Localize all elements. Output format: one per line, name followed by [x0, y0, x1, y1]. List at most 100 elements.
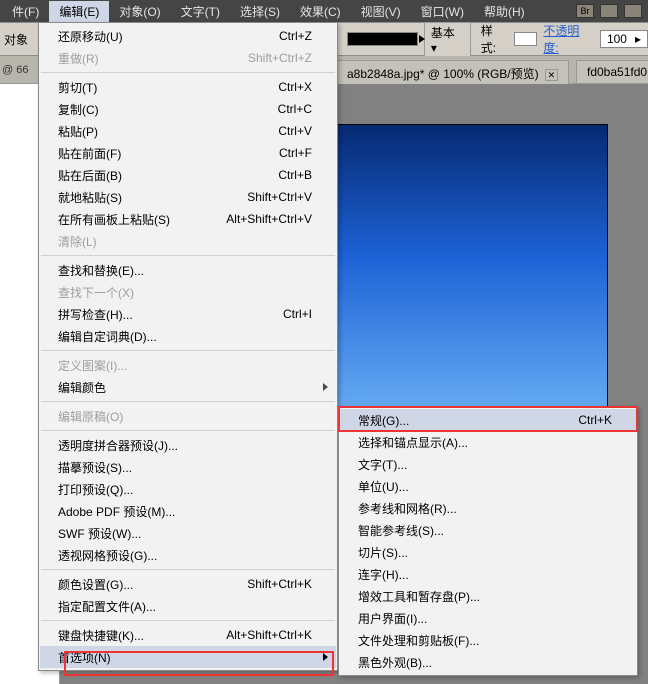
opacity-label: 不透明度:: [543, 22, 594, 56]
menu-item-label: 文字(T)...: [358, 456, 407, 473]
menu-item-label: 编辑颜色: [58, 379, 106, 396]
menu-item[interactable]: 复制(C) Ctrl+C: [40, 98, 336, 120]
menu-item-label: 透视网格预设(G)...: [58, 547, 157, 564]
menu-item[interactable]: 描摹预设(S)...: [40, 456, 336, 478]
menu-item-label: 重做(R): [58, 50, 99, 67]
submenu-item[interactable]: 参考线和网格(R)...: [340, 497, 636, 519]
menu-item[interactable]: 就地粘贴(S) Shift+Ctrl+V: [40, 186, 336, 208]
submenu-item[interactable]: 连字(H)...: [340, 563, 636, 585]
menu-item-label: 查找下一个(X): [58, 284, 134, 301]
menu-shortcut: Shift+Ctrl+Z: [232, 51, 312, 65]
menu-item-label: 连字(H)...: [358, 566, 409, 583]
menu-item-label: 复制(C): [58, 101, 99, 118]
menu-shortcut: Ctrl+Z: [263, 29, 312, 43]
menu-help[interactable]: 帮助(H): [474, 1, 535, 22]
menu-text[interactable]: 文字(T): [171, 1, 230, 22]
menu-shortcut: Ctrl+F: [263, 146, 312, 160]
menu-shortcut: Shift+Ctrl+V: [231, 190, 312, 204]
menu-view[interactable]: 视图(V): [351, 1, 411, 22]
menu-effect[interactable]: 效果(C): [290, 1, 351, 22]
menu-item[interactable]: 查找和替换(E)...: [40, 259, 336, 281]
menu-item[interactable]: 剪切(T)Ctrl+X: [40, 76, 336, 98]
style-label: 样式:: [477, 22, 508, 56]
menu-item-label: 清除(L): [58, 233, 97, 250]
menu-item-label: 透明度拼合器预设(J)...: [58, 437, 178, 454]
document-tab-2[interactable]: fd0ba51fd0: [576, 60, 648, 83]
menu-window[interactable]: 窗口(W): [411, 1, 474, 22]
menu-shortcut: Ctrl+C: [262, 102, 312, 116]
menu-shortcut: Shift+Ctrl+K: [231, 577, 312, 591]
menu-item[interactable]: 贴在后面(B)Ctrl+B: [40, 164, 336, 186]
menubar: 件(F) 编辑(E) 对象(O) 文字(T) 选择(S) 效果(C) 视图(V)…: [0, 0, 648, 22]
menu-file[interactable]: 件(F): [2, 1, 49, 22]
menu-item[interactable]: 指定配置文件(A)...: [40, 595, 336, 617]
menu-item-label: 剪切(T): [58, 79, 97, 96]
layout-button[interactable]: [600, 4, 618, 18]
menu-select[interactable]: 选择(S): [230, 1, 290, 22]
menu-item[interactable]: 编辑自定词典(D)...: [40, 325, 336, 347]
menu-item-label: 编辑自定词典(D)...: [58, 328, 157, 345]
submenu-item[interactable]: 用户界面(I)...: [340, 607, 636, 629]
submenu-item[interactable]: 切片(S)...: [340, 541, 636, 563]
document-tab[interactable]: a8b2848a.jpg* @ 100% (RGB/预览)✕: [336, 60, 569, 86]
menu-item-label: 增效工具和暂存盘(P)...: [358, 588, 480, 605]
preferences-submenu: 常规(G)...Ctrl+K选择和锚点显示(A)...文字(T)...单位(U)…: [338, 406, 638, 676]
menu-item[interactable]: 粘贴(P) Ctrl+V: [40, 120, 336, 142]
menu-item-label: 智能参考线(S)...: [358, 522, 444, 539]
menu-item-label: 在所有画板上粘贴(S): [58, 211, 170, 228]
menu-item-label: 打印预设(Q)...: [58, 481, 133, 498]
menu-shortcut: Alt+Shift+Ctrl+K: [210, 628, 312, 642]
submenu-item[interactable]: 文字(T)...: [340, 453, 636, 475]
submenu-item[interactable]: 选择和锚点显示(A)...: [340, 431, 636, 453]
menu-item[interactable]: 透视网格预设(G)...: [40, 544, 336, 566]
menu-item-label: 编辑原稿(O): [58, 408, 123, 425]
menu-item[interactable]: 编辑颜色: [40, 376, 336, 398]
menu-item-label: 粘贴(P): [58, 123, 98, 140]
submenu-item[interactable]: 文件处理和剪贴板(F)...: [340, 629, 636, 651]
menu-item[interactable]: 在所有画板上粘贴(S)Alt+Shift+Ctrl+V: [40, 208, 336, 230]
menu-item-label: 切片(S)...: [358, 544, 408, 561]
menu-object[interactable]: 对象(O): [109, 1, 170, 22]
menu-item[interactable]: 颜色设置(G)...Shift+Ctrl+K: [40, 573, 336, 595]
mode-dropdown[interactable]: 基本 ▾: [424, 22, 471, 57]
menu-shortcut: Ctrl+I: [267, 307, 312, 321]
menu-item[interactable]: 还原移动(U)Ctrl+Z: [40, 25, 336, 47]
submenu-item[interactable]: 智能参考线(S)...: [340, 519, 636, 541]
menu-item[interactable]: 键盘快捷键(K)...Alt+Shift+Ctrl+K: [40, 624, 336, 646]
menu-item-label: 黑色外观(B)...: [358, 654, 432, 671]
submenu-item[interactable]: 增效工具和暂存盘(P)...: [340, 585, 636, 607]
menu-separator: [41, 430, 335, 431]
menu-shortcut: Ctrl+V: [262, 124, 312, 138]
close-icon[interactable]: ✕: [545, 69, 559, 81]
menu-item[interactable]: 贴在前面(F)Ctrl+F: [40, 142, 336, 164]
menu-separator: [41, 255, 335, 256]
menu-item: 清除(L): [40, 230, 336, 252]
left-panel-fragment: 对象: [4, 31, 39, 48]
layout-button-2[interactable]: [624, 4, 642, 18]
menu-item-label: 参考线和网格(R)...: [358, 500, 457, 517]
menu-item-label: SWF 预设(W)...: [58, 525, 141, 542]
style-swatch[interactable]: [514, 32, 538, 46]
bridge-button[interactable]: Br: [576, 4, 594, 18]
submenu-item[interactable]: 黑色外观(B)...: [340, 651, 636, 673]
menu-item[interactable]: 拼写检查(H)...Ctrl+I: [40, 303, 336, 325]
menu-item: 编辑原稿(O): [40, 405, 336, 427]
opacity-input[interactable]: 100▸: [600, 30, 648, 48]
menu-item-label: 就地粘贴(S): [58, 189, 122, 206]
highlight-preferences: [64, 651, 334, 676]
menu-item-label: 选择和锚点显示(A)...: [358, 434, 468, 451]
menu-item[interactable]: SWF 预设(W)...: [40, 522, 336, 544]
menu-edit[interactable]: 编辑(E): [49, 1, 109, 22]
menu-item-label: 用户界面(I)...: [358, 610, 427, 627]
menu-item: 重做(R) Shift+Ctrl+Z: [40, 47, 336, 69]
highlight-general: [338, 406, 638, 432]
submenu-item[interactable]: 单位(U)...: [340, 475, 636, 497]
menu-item-label: 单位(U)...: [358, 478, 409, 495]
menu-item: 查找下一个(X): [40, 281, 336, 303]
menu-item[interactable]: 透明度拼合器预设(J)...: [40, 434, 336, 456]
menu-item: 定义图案(I)...: [40, 354, 336, 376]
menu-separator: [41, 620, 335, 621]
stroke-swatch[interactable]: [347, 32, 418, 46]
menu-item[interactable]: Adobe PDF 预设(M)...: [40, 500, 336, 522]
menu-item[interactable]: 打印预设(Q)...: [40, 478, 336, 500]
